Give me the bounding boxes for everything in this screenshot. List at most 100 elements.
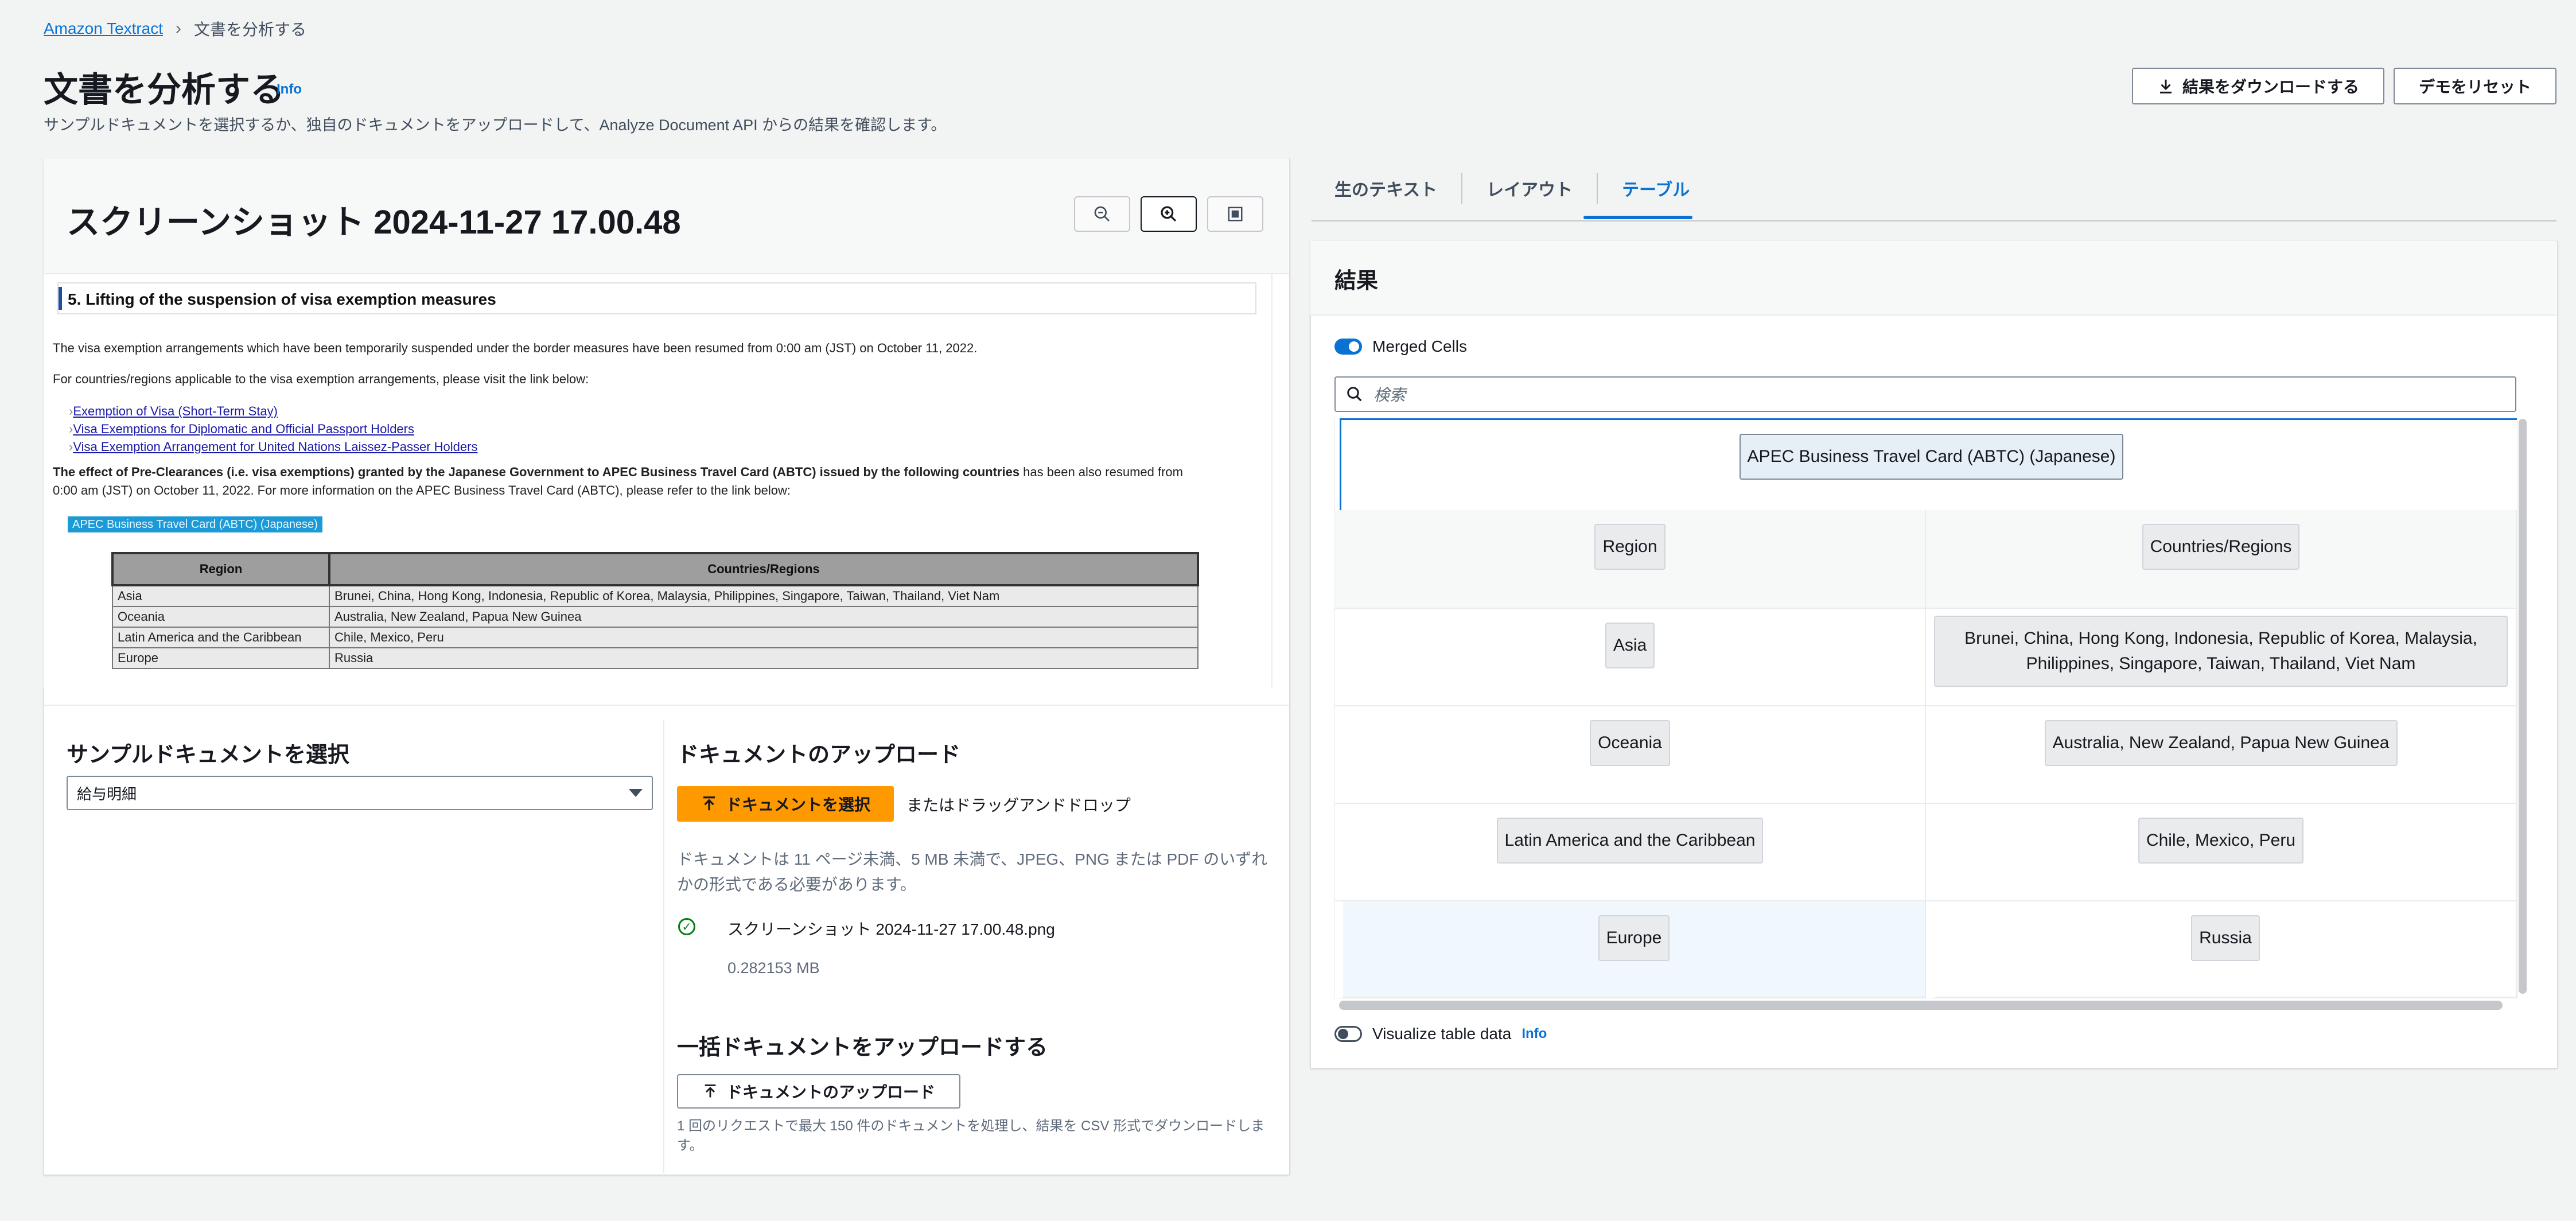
horizontal-scrollbar[interactable] (1339, 1001, 2503, 1010)
reset-demo-button[interactable]: デモをリセット (2394, 68, 2556, 104)
tab-raw-text[interactable]: 生のテキスト (1334, 164, 1437, 212)
uploaded-file-size: 0.282153 MB (727, 959, 820, 977)
check-circle-icon: ✓ (678, 918, 695, 935)
fit-page-button[interactable] (1207, 196, 1263, 232)
table-row-cell[interactable]: Europe (1343, 901, 1926, 998)
doc-paragraph-2: For countries/regions applicable to the … (53, 372, 589, 386)
download-icon (2159, 79, 2172, 94)
upload-icon (703, 796, 715, 811)
breadcrumb-link-textract[interactable]: Amazon Textract (44, 20, 163, 38)
merged-cells-row: Merged Cells (1334, 337, 1467, 356)
upload-constraints-line1: ドキュメントは 11 ページ未満、5 MB 未満で、JPEG、PNG または P… (677, 850, 1268, 868)
zoom-in-button[interactable] (1141, 196, 1197, 232)
chevron-right-icon: › (176, 19, 182, 38)
cell-chip: Oceania (1590, 720, 1670, 766)
choose-document-button[interactable]: ドキュメントを選択 (677, 786, 894, 822)
visualize-table-label: Visualize table data (1372, 1025, 1512, 1043)
section-divider (44, 705, 1289, 706)
doc-table-row: Europe Russia (112, 647, 1198, 669)
doc-table-cell: Chile, Mexico, Peru (329, 627, 1198, 648)
cell-chip: Latin America and the Caribbean (1496, 818, 1764, 864)
merged-cells-toggle[interactable] (1334, 339, 1362, 355)
doc-table-cell: Oceania (112, 606, 330, 628)
tab-separator (1461, 173, 1463, 204)
apec-table-title: APEC Business Travel Card (ABTC) (Japane… (68, 516, 322, 532)
cell-chip: Europe (1598, 915, 1670, 961)
info-link[interactable]: Info (277, 81, 302, 98)
active-tab-indicator (1583, 216, 1692, 219)
header-chip: Region (1594, 524, 1666, 570)
uploaded-file-name: スクリーンショット 2024-11-27 17.00.48.png (727, 920, 1055, 938)
vertical-scrollbar[interactable] (2519, 419, 2527, 994)
doc-link-visa-short-term[interactable]: Exemption of Visa (Short-Term Stay) (73, 404, 278, 418)
merged-cells-label: Merged Cells (1372, 337, 1467, 355)
page-subtitle: サンプルドキュメントを選択するか、独自のドキュメントをアップロードして、Anal… (44, 116, 947, 134)
table-header-cell[interactable]: Countries/Regions (1926, 510, 2517, 609)
doc-table-row: Oceania Australia, New Zealand, Papua New… (112, 606, 1198, 628)
fit-page-icon (1228, 207, 1243, 221)
upload-title: ドキュメントのアップロード (677, 743, 961, 767)
doc-paragraph-3-bold: The effect of Pre-Clearances (i.e. visa … (53, 465, 1020, 479)
document-table: Region Countries/Regions Asia Brunei, Chi… (111, 552, 1199, 669)
doc-table-cell: Europe (112, 647, 330, 669)
doc-heading-bar (59, 287, 62, 310)
results-title: 結果 (1334, 269, 1379, 293)
drag-drop-text: またはドラッグアンドドロップ (906, 796, 1131, 814)
table-title-chip: APEC Business Travel Card (ABTC) (Japane… (1739, 434, 2124, 480)
choose-document-label: ドキュメントを選択 (725, 796, 870, 814)
table-row-cell[interactable]: Oceania (1335, 706, 1926, 804)
breadcrumb: Amazon Textract › 文書を分析する (44, 17, 306, 40)
cell-chip: Australia, New Zealand, Papua New Guinea (2044, 720, 2398, 766)
doc-table-cell: Asia (112, 585, 330, 607)
doc-table-row: Latin America and the Caribbean Chile, Me… (112, 627, 1198, 648)
sample-document-select[interactable]: 給与明細 (67, 776, 653, 810)
page-title: 文書を分析する (44, 71, 285, 109)
visualize-table-toggle[interactable] (1334, 1026, 1362, 1042)
cell-chip: Asia (1605, 623, 1655, 668)
doc-table-cell: Russia (329, 647, 1198, 669)
table-row-cell[interactable]: Asia (1335, 609, 1926, 706)
table-header-cell[interactable]: Region (1335, 510, 1926, 609)
tab-layout[interactable]: レイアウト (1487, 164, 1573, 212)
doc-table-header: Region (111, 552, 330, 586)
zoom-out-button[interactable] (1074, 196, 1130, 232)
visualize-info-link[interactable]: Info (1522, 1026, 1547, 1042)
table-row-cell[interactable]: Latin America and the Caribbean (1335, 804, 1926, 901)
doc-paragraph-1: The visa exemption arrangements which ha… (53, 341, 978, 355)
table-row-cell[interactable]: Russia (1935, 901, 2517, 998)
column-divider (663, 720, 664, 1173)
doc-link-un-laissez-passer[interactable]: Visa Exemption Arrangement for United Na… (73, 440, 477, 454)
download-results-label: 結果をダウンロードする (2182, 78, 2359, 96)
table-row-cell[interactable]: Australia, New Zealand, Papua New Guinea (1926, 706, 2517, 804)
sample-document-selected: 給与明細 (77, 785, 137, 803)
breadcrumb-current: 文書を分析する (194, 21, 307, 38)
search-icon (1347, 387, 1362, 402)
bulk-upload-button[interactable]: ドキュメントのアップロード (677, 1074, 960, 1109)
bulk-upload-note-line2: す。 (677, 1138, 703, 1153)
cell-chip: Brunei, China, Hong Kong, Indonesia, Rep… (1934, 616, 2508, 687)
bulk-upload-note-line1: 1 回のリクエストで最大 150 件のドキュメントを処理し、結果を CSV 形式… (677, 1118, 1265, 1134)
visualize-row: Visualize table data Info (1334, 1025, 1547, 1043)
table-title-cell[interactable]: APEC Business Travel Card (ABTC) (Japane… (1340, 418, 2517, 510)
upload-constraints-line2: かの形式である必要があります。 (677, 876, 916, 893)
tab-separator (1597, 173, 1598, 204)
results-search-input[interactable]: 検索 (1334, 376, 2516, 412)
doc-paragraph-3: The effect of Pre-Clearances (i.e. visa … (53, 465, 1269, 480)
cell-chip: Russia (2191, 915, 2260, 961)
table-row-cell[interactable]: Brunei, China, Hong Kong, Indonesia, Rep… (1926, 609, 2517, 706)
doc-link-diplomatic[interactable]: Visa Exemptions for Diplomatic and Offic… (73, 422, 414, 436)
results-table: APEC Business Travel Card (ABTC) (Japane… (1334, 418, 2517, 998)
header-chip: Countries/Regions (2142, 524, 2300, 570)
bulk-upload-title: 一括ドキュメントをアップロードする (677, 1036, 1048, 1060)
upload-icon (705, 1084, 716, 1098)
download-results-button[interactable]: 結果をダウンロードする (2132, 68, 2384, 104)
doc-heading: 5. Lifting of the suspension of visa exe… (68, 290, 496, 308)
zoom-in-icon (1161, 206, 1177, 222)
sample-document-title: サンプルドキュメントを選択 (67, 743, 349, 767)
doc-table-row: Asia Brunei, China, Hong Kong, Indonesia,… (112, 585, 1198, 607)
doc-paragraph-3-rest: has been also resumed from (1019, 465, 1183, 479)
table-row-cell[interactable]: Chile, Mexico, Peru (1926, 804, 2517, 901)
doc-table-cell: Brunei, China, Hong Kong, Indonesia, Rep… (329, 585, 1198, 607)
tab-tables[interactable]: テーブル (1622, 164, 1690, 212)
doc-table-header: Countries/Regions (328, 552, 1199, 586)
